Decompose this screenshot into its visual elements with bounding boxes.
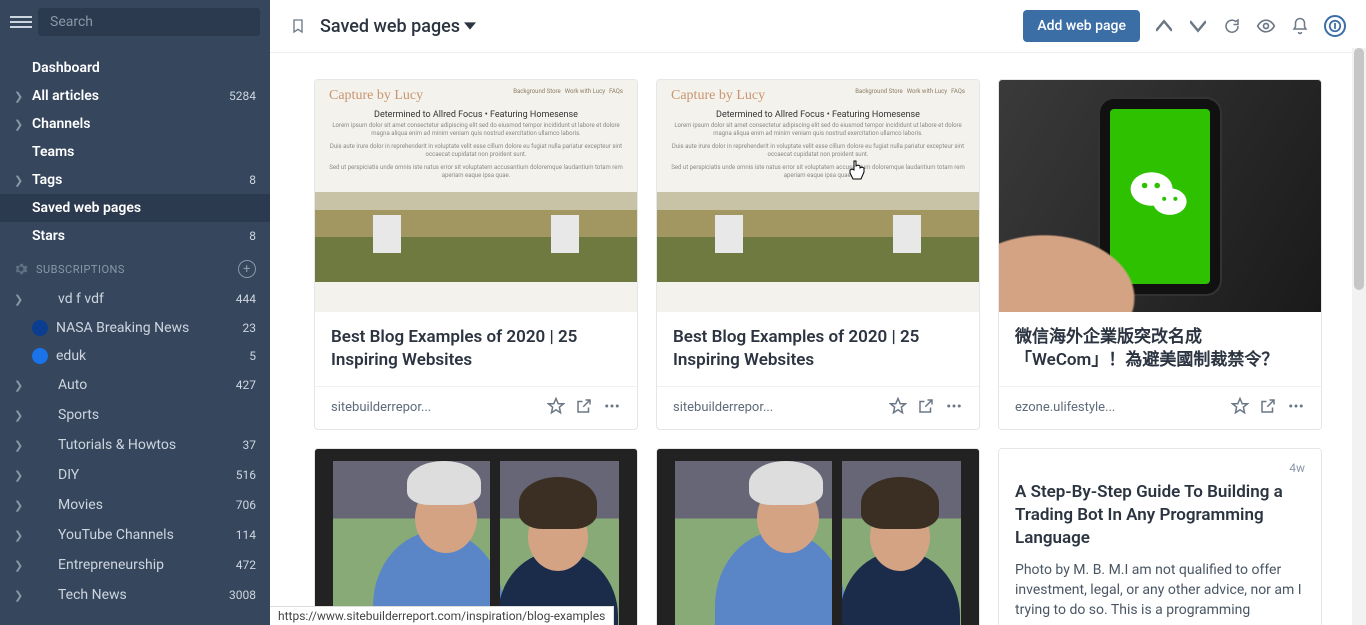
external-link-icon[interactable] [575,397,593,419]
sub-item-auto[interactable]: ❯Auto427 [0,370,270,400]
sub-item-eduk[interactable]: eduk5 [0,342,270,370]
chevron-right-icon: ❯ [14,469,24,482]
gear-icon [14,262,28,276]
card-source: sitebuilderrepor... [673,400,879,415]
sidebar-item-all-articles[interactable]: ❯ All articles 5284 [0,82,270,110]
card-source: ezone.ulifestyle... [1015,400,1221,415]
status-bar: https://www.sitebuilderreport.com/inspir… [270,606,614,625]
card[interactable]: 4w A Step-By-Step Guide To Building a Tr… [998,448,1322,625]
sidebar-item-channels[interactable]: ❯ Channels [0,110,270,138]
sidebar-item-teams[interactable]: ❯ Teams [0,138,270,166]
next-icon[interactable] [1188,16,1208,36]
sidebar-item-saved-web-pages[interactable]: ❯ Saved web pages [0,194,270,222]
sub-item-movies[interactable]: ❯Movies706 [0,490,270,520]
scrollbar[interactable] [1352,48,1366,625]
more-icon[interactable] [1287,397,1305,419]
sidebar: ❯ Dashboard ❯ All articles 5284❯ Channel… [0,0,270,625]
star-icon[interactable] [1231,397,1249,419]
card-title: Best Blog Examples of 2020 | 25 Inspirin… [315,312,637,386]
card-title: A Step-By-Step Guide To Building a Tradi… [1015,475,1305,560]
card[interactable]: 4w [656,448,980,625]
card-excerpt: Photo by M. B. M.I am not qualified to o… [1015,560,1305,621]
more-icon[interactable] [603,397,621,419]
chevron-right-icon: ❯ [14,90,24,103]
chevron-right-icon: ❯ [14,379,24,392]
card-thumbnail: 4w [657,449,979,625]
card[interactable]: 4w [314,448,638,625]
card-thumbnail: 4w [315,449,637,625]
card-source: sitebuilderrepor... [331,400,537,415]
sidebar-item-stars[interactable]: ❯ Stars 8 [0,222,270,250]
chevron-right-icon: ❯ [14,529,24,542]
app-logo[interactable] [1324,15,1346,37]
chevron-right-icon: ❯ [14,174,24,187]
chevron-right-icon: ❯ [14,589,24,602]
card-thumbnail: Capture by LucyBackground StoreWork with… [315,80,637,312]
sub-item-vd-f-vdf[interactable]: ❯vd f vdf444 [0,284,270,314]
star-icon[interactable] [547,397,565,419]
sub-item-entrepreneurship[interactable]: ❯Entrepreneurship472 [0,550,270,580]
sub-item-youtube-channels[interactable]: ❯YouTube Channels114 [0,520,270,550]
eye-icon[interactable] [1256,16,1276,36]
bell-icon[interactable] [1290,16,1310,36]
refresh-icon[interactable] [1222,16,1242,36]
sidebar-item-dashboard[interactable]: ❯ Dashboard [0,54,270,82]
chevron-right-icon: ❯ [14,409,24,422]
card[interactable]: Capture by LucyBackground StoreWork with… [656,79,980,430]
card[interactable]: 4w 微信海外企業版突改名成「WeCom」！為避美國制裁禁令？ ezone.ul… [998,79,1322,430]
more-icon[interactable] [945,397,963,419]
topbar: Saved web pages Add web page [270,0,1366,53]
add-subscription-button[interactable]: + [238,260,256,278]
chevron-right-icon: ❯ [14,439,24,452]
sidebar-item-tags[interactable]: ❯ Tags 8 [0,166,270,194]
sub-item-sports[interactable]: ❯Sports [0,400,270,430]
sub-item-nasa-breaking-news[interactable]: NASA Breaking News23 [0,314,270,342]
chevron-right-icon: ❯ [14,293,24,306]
card-title: Best Blog Examples of 2020 | 25 Inspirin… [657,312,979,386]
chevron-down-icon [464,20,476,32]
sub-item-tech-news[interactable]: ❯Tech News3008 [0,580,270,610]
add-web-page-button[interactable]: Add web page [1023,10,1140,42]
page-title[interactable]: Saved web pages [320,16,476,37]
chevron-right-icon: ❯ [14,559,24,572]
chevron-right-icon: ❯ [14,499,24,512]
chevron-right-icon: ❯ [14,118,24,131]
card-thumbnail: 4w [999,80,1321,312]
card[interactable]: Capture by LucyBackground StoreWork with… [314,79,638,430]
subscriptions-header: SUBSCRIPTIONS [36,263,238,276]
card-title: 微信海外企業版突改名成「WeCom」！為避美國制裁禁令？ [999,312,1321,386]
external-link-icon[interactable] [1259,397,1277,419]
prev-icon[interactable] [1154,16,1174,36]
bookmark-icon [290,16,306,36]
feed-favicon [32,348,48,364]
feed-favicon [32,320,48,336]
card-thumbnail: Capture by LucyBackground StoreWork with… [657,80,979,312]
main-content: Saved web pages Add web page Capture by … [270,0,1366,625]
sub-item-tutorials-howtos[interactable]: ❯Tutorials & Howtos37 [0,430,270,460]
hamburger-menu[interactable] [10,11,32,33]
scrollbar-thumb[interactable] [1354,48,1364,290]
search-input[interactable] [38,8,260,36]
star-icon[interactable] [889,397,907,419]
external-link-icon[interactable] [917,397,935,419]
sub-item-diy[interactable]: ❯DIY516 [0,460,270,490]
